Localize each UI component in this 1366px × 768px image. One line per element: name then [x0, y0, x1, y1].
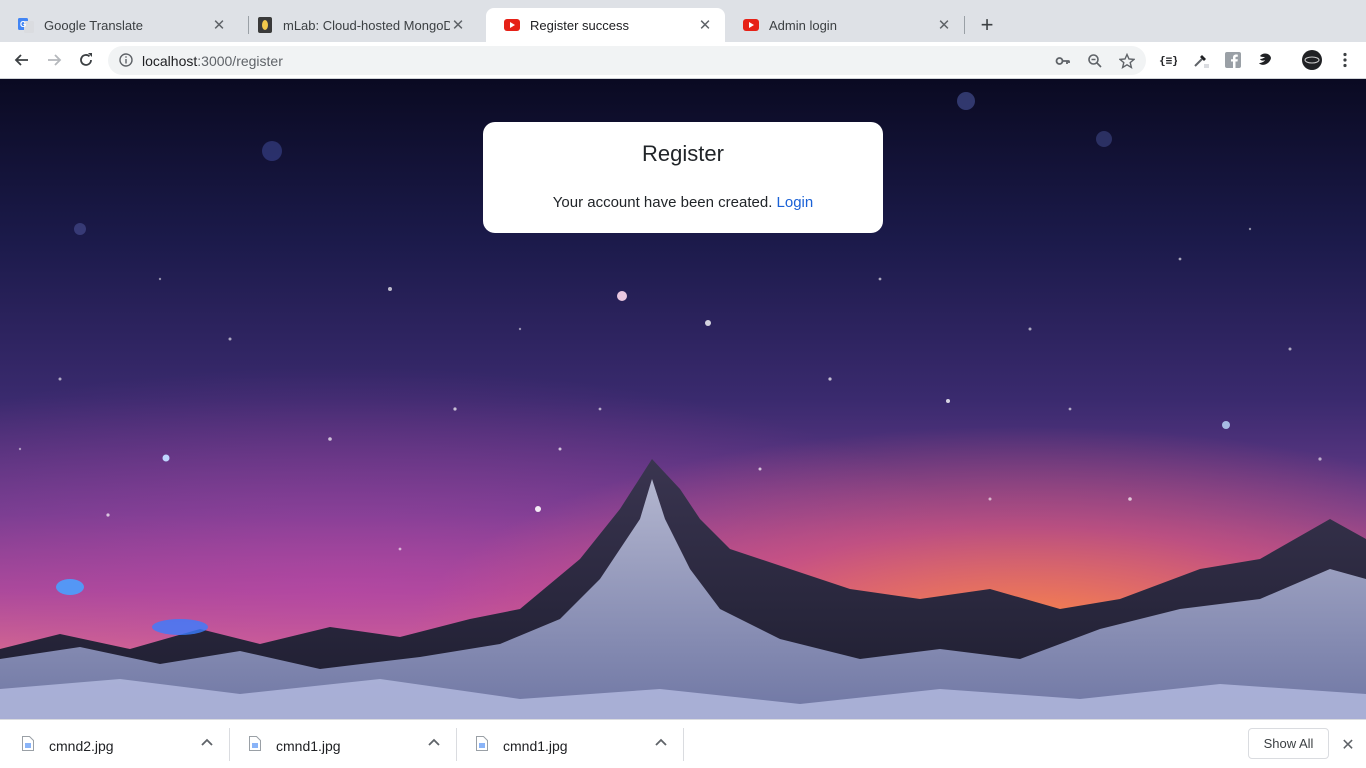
url-path: :3000/register — [197, 53, 283, 69]
profile-avatar[interactable] — [1300, 48, 1324, 72]
kebab-menu-icon[interactable] — [1333, 48, 1357, 72]
tab-title: Admin login — [769, 17, 837, 33]
mlab-icon — [257, 17, 273, 33]
star-icon[interactable] — [1116, 50, 1138, 72]
close-icon[interactable]: ✕ — [1340, 737, 1356, 754]
forward-button[interactable] — [42, 48, 66, 72]
address-bar[interactable]: localhost:3000/register — [108, 46, 1146, 75]
zoom-icon[interactable] — [1084, 50, 1106, 72]
tab-register-success[interactable]: Register success ✕ — [486, 8, 725, 42]
back-button[interactable] — [10, 48, 34, 72]
chevron-up-icon[interactable] — [654, 736, 668, 750]
register-card: Register Your account have been created.… — [483, 122, 883, 233]
new-tab-button[interactable]: + — [976, 14, 998, 36]
login-link[interactable]: Login — [777, 194, 814, 211]
download-item[interactable]: cmnd1.jpg — [454, 720, 682, 768]
close-icon[interactable]: ✕ — [697, 17, 713, 34]
close-icon[interactable]: ✕ — [936, 17, 952, 34]
tab-title: Register success — [530, 17, 629, 33]
downloads-shelf: cmnd2.jpg cmnd1.jpg cmnd1.jpg Show All ✕ — [0, 719, 1366, 768]
success-message-text: Your account have been created. — [552, 194, 773, 211]
image-file-icon — [476, 736, 488, 751]
ninja-extension-icon[interactable] — [1253, 48, 1277, 72]
tab-divider — [964, 16, 965, 34]
svg-text:G: G — [20, 20, 26, 29]
download-item[interactable]: cmnd2.jpg — [0, 720, 228, 768]
download-divider — [683, 728, 684, 761]
svg-text:{≡}: {≡} — [1159, 54, 1177, 67]
info-icon[interactable] — [119, 53, 133, 70]
mountain-landscape — [0, 459, 1366, 719]
chevron-up-icon[interactable] — [427, 736, 441, 750]
tab-google-translate[interactable]: G Google Translate ✕ — [0, 8, 239, 42]
download-filename: cmnd1.jpg — [276, 738, 341, 754]
download-filename: cmnd2.jpg — [49, 738, 114, 754]
json-viewer-extension-icon[interactable]: {≡} — [1156, 48, 1180, 72]
success-message: Your account have been created. Login — [483, 194, 883, 211]
facebook-extension-icon[interactable] — [1221, 48, 1245, 72]
google-translate-icon: G — [18, 17, 34, 33]
close-icon[interactable]: ✕ — [211, 17, 227, 34]
tab-mlab[interactable]: mLab: Cloud-hosted MongoDB ✕ — [239, 8, 478, 42]
download-item[interactable]: cmnd1.jpg — [227, 720, 455, 768]
download-filename: cmnd1.jpg — [503, 738, 568, 754]
card-title: Register — [642, 141, 724, 166]
arrow-left-icon — [14, 54, 28, 66]
tab-admin-login[interactable]: Admin login ✕ — [725, 8, 964, 42]
url-host: localhost — [142, 53, 198, 69]
tab-strip: G Google Translate ✕ mLab: Cloud-hosted … — [0, 0, 1366, 42]
tab-title: mLab: Cloud-hosted MongoDB — [283, 17, 450, 33]
show-all-button[interactable]: Show All — [1248, 728, 1329, 759]
youtube-play-icon — [743, 17, 759, 33]
arrow-right-icon — [48, 54, 62, 66]
url-text: localhost:3000/register — [142, 53, 283, 69]
key-icon[interactable] — [1052, 50, 1074, 72]
chevron-up-icon[interactable] — [200, 736, 214, 750]
image-file-icon — [249, 736, 261, 751]
browser-toolbar: localhost:3000/register {≡} — [0, 42, 1366, 79]
eyedropper-extension-icon[interactable] — [1189, 48, 1213, 72]
page-viewport: Register Your account have been created.… — [0, 79, 1366, 719]
youtube-play-icon — [504, 17, 520, 33]
image-file-icon — [22, 736, 34, 751]
reload-icon — [80, 53, 92, 66]
close-icon[interactable]: ✕ — [450, 17, 466, 34]
reload-button[interactable] — [74, 48, 98, 72]
tab-title: Google Translate — [44, 17, 144, 33]
